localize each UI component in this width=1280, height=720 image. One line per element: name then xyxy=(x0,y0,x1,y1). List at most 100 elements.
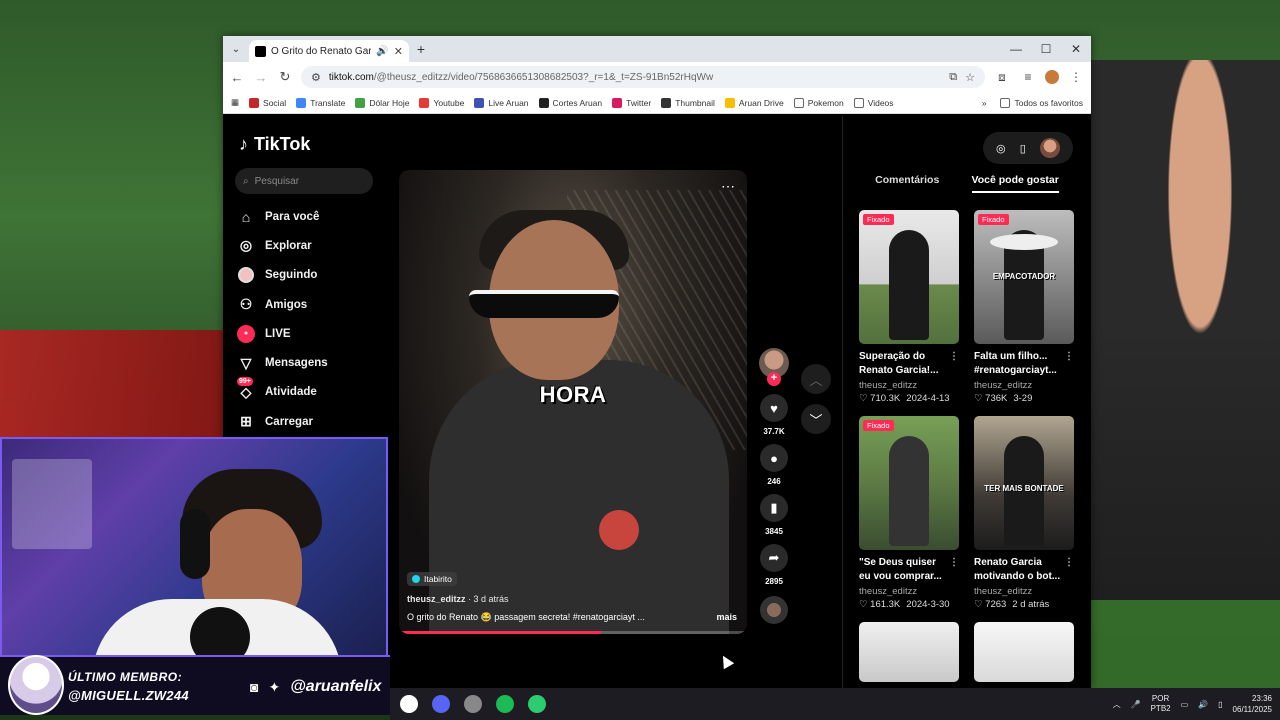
bookmark-icon[interactable]: ▮ xyxy=(760,494,788,522)
maximize-icon[interactable]: ☐ xyxy=(1031,36,1061,62)
app-icon-1[interactable] xyxy=(400,695,418,713)
close-tab-icon[interactable]: ✕ xyxy=(394,45,403,58)
video-thumbnail[interactable]: EMPACOTADOR Fixado xyxy=(974,210,1074,344)
video-thumbnail[interactable] xyxy=(859,622,959,682)
user-avatar[interactable] xyxy=(1039,138,1060,158)
camera-icon[interactable] xyxy=(464,695,482,713)
bookmark-live-aruan[interactable]: Live Aruan xyxy=(474,97,529,108)
reload-icon[interactable]: ↻ xyxy=(277,69,293,85)
apps-grid-icon[interactable]: ▦ xyxy=(231,97,239,108)
bookmark-aruan-drive[interactable]: Aruan Drive xyxy=(724,97,784,108)
all-bookmarks-folder[interactable]: Todos os favoritos xyxy=(1000,97,1083,108)
suggested-video-card[interactable]: Fixado "Se Deus quiser eu vou comprar...… xyxy=(859,416,959,610)
video-thumbnail[interactable]: Fixado xyxy=(859,416,959,550)
share-action[interactable]: ➦ 2895 xyxy=(760,544,788,586)
bookmark-social[interactable]: Social xyxy=(249,97,286,108)
video-thumbnail[interactable] xyxy=(974,622,1074,682)
tray-chevron-up-icon[interactable]: ︿ xyxy=(1113,699,1121,710)
creator-avatar[interactable]: + xyxy=(759,348,789,386)
save-action[interactable]: ▮ 3845 xyxy=(760,494,788,536)
bookmark-translate[interactable]: Translate xyxy=(296,97,345,108)
suggested-video-card[interactable] xyxy=(974,622,1074,682)
suggested-video-card[interactable]: EMPACOTADOR Fixado Falta um filho... #ren… xyxy=(974,210,1074,404)
previous-video-chevron-up-icon[interactable]: ︿ xyxy=(801,364,831,394)
search-input[interactable]: ⌕ Pesquisar xyxy=(235,168,373,194)
video-author[interactable]: theusz_editzz xyxy=(407,594,466,604)
menu-kebab-icon[interactable]: ⋮ xyxy=(1067,70,1085,84)
bookmark-star-icon[interactable]: ☆ xyxy=(965,71,975,84)
suggested-video-card[interactable]: TER MAIS BONTADE Renato Garcia motivando… xyxy=(974,416,1074,610)
extensions-icon[interactable]: ⧈ xyxy=(993,70,1011,85)
compass-small-icon[interactable]: ◎ xyxy=(996,142,1006,155)
bookmark-youtube[interactable]: Youtube xyxy=(419,97,464,108)
music-disc-icon[interactable] xyxy=(760,596,788,624)
bookmark-pokemon[interactable]: Pokemon xyxy=(793,97,844,108)
bookmark-cortes-aruan[interactable]: Cortes Aruan xyxy=(538,97,602,108)
bookmark-thumbnail[interactable]: Thumbnail xyxy=(661,97,715,108)
tiktok-note-icon: ♪ xyxy=(239,134,248,154)
tab-voce-pode-gostar[interactable]: Você pode gostar xyxy=(971,174,1059,193)
share-icon[interactable]: ➦ xyxy=(760,544,788,572)
nav-seguindo[interactable]: Seguindo xyxy=(237,261,328,290)
video-thumbnail[interactable]: Fixado xyxy=(859,210,959,344)
video-thumbnail[interactable]: TER MAIS BONTADE xyxy=(974,416,1074,550)
comment-icon[interactable]: ● xyxy=(760,444,788,472)
new-tab-button[interactable]: + xyxy=(409,41,433,57)
minimize-icon[interactable]: — xyxy=(1001,36,1031,62)
follow-plus-icon[interactable]: + xyxy=(767,372,781,386)
browser-tab[interactable]: O Grito do Renato Garcia e 🔊 ✕ xyxy=(249,40,409,62)
description-more-button[interactable]: mais xyxy=(716,612,737,622)
bookmarks-overflow-icon[interactable]: » xyxy=(982,98,987,108)
card-kebab-icon[interactable]: ⋮ xyxy=(949,556,959,570)
card-kebab-icon[interactable]: ⋮ xyxy=(949,350,959,364)
app-icon-5[interactable] xyxy=(528,695,546,713)
card-user[interactable]: theusz_editzz xyxy=(974,586,1074,597)
battery-icon[interactable]: ▯ xyxy=(1218,700,1222,709)
microphone-icon[interactable]: 🎤 xyxy=(1131,700,1141,709)
speaker-icon[interactable]: 🔊 xyxy=(376,46,388,57)
volume-icon[interactable]: 🔊 xyxy=(1198,700,1208,709)
bookmark-twitter[interactable]: Twitter xyxy=(612,97,651,108)
like-action[interactable]: ♥ 37.7K xyxy=(760,394,788,436)
bookmark-videos[interactable]: Videos xyxy=(853,97,894,108)
nav-mensagens[interactable]: ▽ Mensagens xyxy=(237,348,328,377)
forward-icon[interactable]: → xyxy=(253,70,269,85)
url-field[interactable]: ⚙ tiktok.com/@theusz_editzz/video/756863… xyxy=(301,66,985,88)
media-control-icon[interactable]: ≡ xyxy=(1019,70,1037,84)
comment-action[interactable]: ● 246 xyxy=(760,444,788,486)
device-icon[interactable]: ▯ xyxy=(1020,142,1026,155)
close-window-icon[interactable]: ✕ xyxy=(1061,36,1091,62)
card-user[interactable]: theusz_editzz xyxy=(859,586,959,597)
nav-para-voce[interactable]: ⌂ Para você xyxy=(237,202,328,231)
video-player[interactable]: HORA ⋯ Itabirito theusz_editzz · 3 d atr… xyxy=(399,170,747,634)
language-indicator[interactable]: POR PTB2 xyxy=(1151,694,1171,714)
tab-search-icon[interactable]: ⌄ xyxy=(223,36,249,62)
card-kebab-icon[interactable]: ⋮ xyxy=(1064,556,1074,570)
nav-carregar[interactable]: ⊞ Carregar xyxy=(237,407,328,436)
card-kebab-icon[interactable]: ⋮ xyxy=(1064,350,1074,364)
discord-icon[interactable] xyxy=(432,695,450,713)
next-video-chevron-down-icon[interactable]: ﹀ xyxy=(801,404,831,434)
card-user[interactable]: theusz_editzz xyxy=(859,380,959,391)
back-icon[interactable]: ← xyxy=(229,70,245,85)
system-clock[interactable]: 23:36 06/11/2025 xyxy=(1233,693,1272,715)
tab-comentarios[interactable]: Comentários xyxy=(875,174,939,193)
heart-icon[interactable]: ♥ xyxy=(760,394,788,422)
video-progress-bar[interactable] xyxy=(399,631,747,634)
nav-explorar[interactable]: ◎ Explorar xyxy=(237,231,328,260)
install-app-icon[interactable]: ⧉ xyxy=(949,71,957,84)
nav-live[interactable]: ● LIVE xyxy=(237,319,328,348)
spotify-icon[interactable] xyxy=(496,695,514,713)
tiktok-logo[interactable]: ♪ TikTok xyxy=(239,134,310,155)
suggested-video-card[interactable]: Fixado Superação do Renato Garcia!... ⋮ t… xyxy=(859,210,959,404)
video-more-icon[interactable]: ⋯ xyxy=(721,178,735,195)
nav-atividade[interactable]: 99+ ◇ Atividade xyxy=(237,377,328,407)
suggested-video-card[interactable] xyxy=(859,622,959,682)
location-tag[interactable]: Itabirito xyxy=(407,572,457,586)
profile-avatar[interactable] xyxy=(1045,70,1059,84)
card-user[interactable]: theusz_editzz xyxy=(974,380,1074,391)
network-icon[interactable]: ▭ xyxy=(1181,700,1189,709)
nav-amigos[interactable]: ⚇ Amigos xyxy=(237,290,328,319)
bookmark-dolar-hoje[interactable]: Dólar Hoje xyxy=(355,97,409,108)
site-info-icon[interactable]: ⚙ xyxy=(311,71,321,84)
